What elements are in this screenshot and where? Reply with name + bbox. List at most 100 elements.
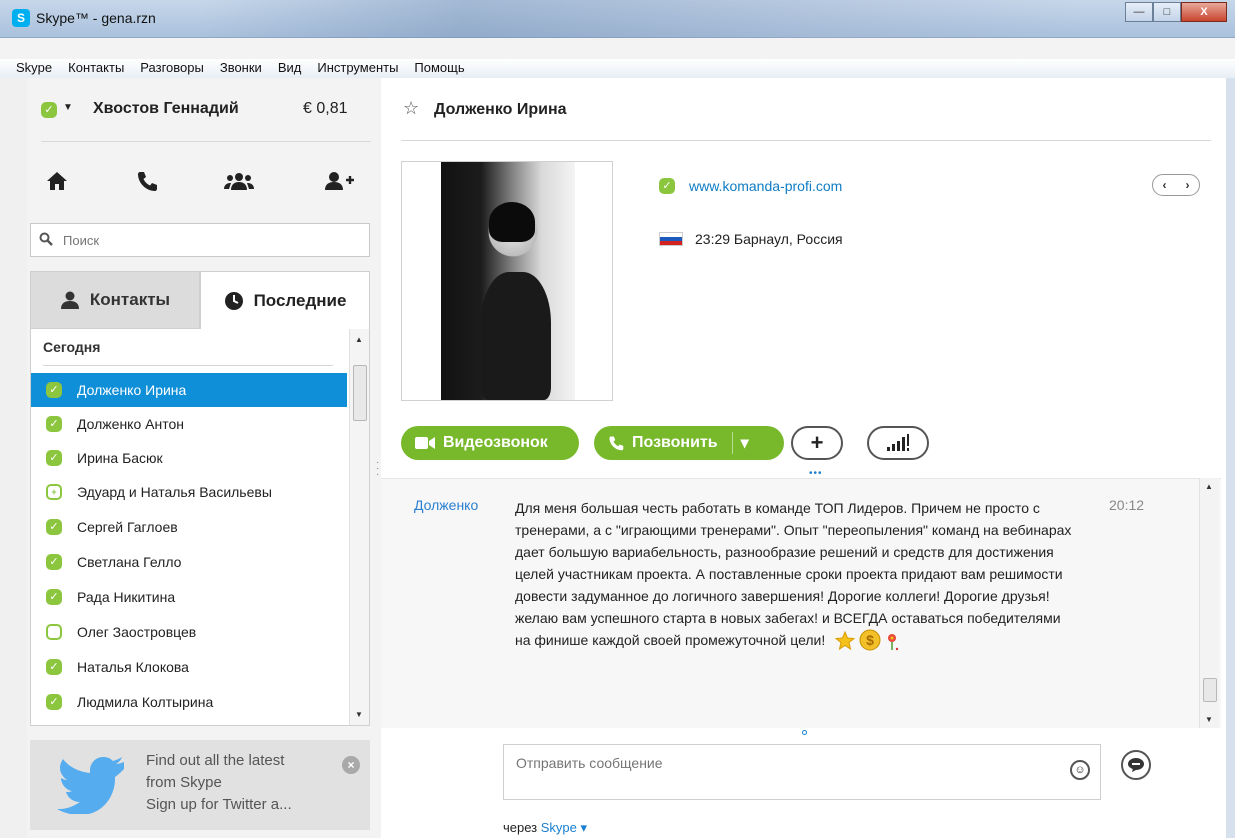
call-button[interactable]: Позвонить ▾ <box>594 426 784 460</box>
minimize-button[interactable]: — <box>1125 2 1153 22</box>
via-label: через <box>503 820 538 835</box>
list-item[interactable]: Олег Заостровцев <box>31 615 347 649</box>
menu-contacts[interactable]: Контакты <box>60 59 132 76</box>
chevron-left-icon[interactable]: ‹ <box>1163 178 1167 192</box>
group-icon[interactable] <box>223 166 255 196</box>
add-button[interactable]: + <box>791 426 843 460</box>
pane-splitter[interactable]: · · · <box>376 458 379 480</box>
profile-row[interactable]: ✓ ▼ Хвостов Геннадий € 0,81 <box>27 98 381 128</box>
photo-detail <box>489 202 535 242</box>
online-status-icon: ✓ <box>46 450 62 466</box>
close-button[interactable]: X <box>1181 2 1227 22</box>
menu-skype[interactable]: Skype <box>8 59 60 76</box>
group-chat-icon: + <box>46 484 62 500</box>
menu-tools[interactable]: Инструменты <box>309 59 406 76</box>
list-item[interactable]: ✓ Долженко Ирина <box>31 373 347 407</box>
svg-text:$: $ <box>866 632 874 648</box>
phone-icon <box>609 436 624 451</box>
list-item[interactable]: ✓ Наталья Клокова <box>31 650 347 684</box>
favorite-star-icon[interactable]: ☆ <box>403 98 419 119</box>
menu-view[interactable]: Вид <box>270 59 310 76</box>
contact-tabs: Контакты Последние <box>30 271 370 329</box>
nav-icons <box>27 166 381 196</box>
twitter-promo[interactable]: Find out all the latest from Skype Sign … <box>30 740 370 830</box>
video-call-button[interactable]: Видеозвонок <box>401 426 579 460</box>
emoticon-icon[interactable]: ☺ <box>1070 760 1090 780</box>
resize-handle[interactable] <box>802 730 807 735</box>
chevron-right-icon[interactable]: › <box>1186 178 1190 192</box>
close-icon[interactable]: × <box>342 756 360 774</box>
online-status-icon: ✓ <box>46 554 62 570</box>
search-input[interactable] <box>61 229 361 251</box>
call-quality-button[interactable] <box>867 426 929 460</box>
flower-emoticon-icon <box>888 634 899 651</box>
online-status-icon[interactable]: ✓ <box>41 102 57 118</box>
twitter-line-1: Find out all the latest <box>146 752 285 769</box>
list-item[interactable]: ✓ Людмила Колтырина <box>31 685 347 719</box>
contact-list-scrollbar[interactable]: ▲ ▼ <box>349 329 369 725</box>
profile-photo-frame <box>401 161 613 401</box>
profile-name[interactable]: Хвостов Геннадий <box>93 100 239 118</box>
contact-name: Ирина Басюк <box>77 450 163 466</box>
message-composer[interactable]: ☺ <box>503 744 1101 800</box>
search-box[interactable] <box>30 223 370 257</box>
list-item[interactable]: ✓ Долженко Антон <box>31 407 347 441</box>
group-divider <box>43 365 333 366</box>
russia-flag-icon <box>659 232 683 246</box>
menu-items: Skype Контакты Разговоры Звонки Вид Инст… <box>8 59 473 76</box>
online-status-icon: ✓ <box>46 382 62 398</box>
message-author[interactable]: Долженко <box>414 497 478 513</box>
contact-name: Сергей Гаглоев <box>77 519 178 535</box>
online-status-icon: ✓ <box>46 589 62 605</box>
local-time: 23:29 Барнаул, Россия <box>695 231 843 247</box>
speech-bubble-icon <box>1128 758 1144 772</box>
send-via-selector[interactable]: Skype ▾ <box>541 820 587 835</box>
list-item[interactable]: ✓ Рада Никитина <box>31 580 347 614</box>
scroll-thumb[interactable] <box>1203 678 1217 702</box>
list-item[interactable]: ✓ Ирина Басюк <box>31 441 347 475</box>
contact-name: Эдуард и Наталья Васильевы <box>77 484 272 500</box>
list-item[interactable]: + Эдуард и Наталья Васильевы <box>31 475 347 509</box>
message-time: 20:12 <box>1109 497 1145 513</box>
phone-icon[interactable] <box>131 166 163 196</box>
menu-calls[interactable]: Звонки <box>212 59 270 76</box>
tab-recent[interactable]: Последние <box>200 271 370 329</box>
profile-photo[interactable] <box>441 162 575 400</box>
tab-contacts[interactable]: Контакты <box>30 271 200 329</box>
send-message-button[interactable] <box>1121 750 1151 780</box>
add-contact-icon[interactable] <box>323 166 355 196</box>
maximize-button[interactable]: □ <box>1153 2 1181 22</box>
website-row: ✓ www.komanda-profi.com <box>659 178 842 194</box>
title-bar-background <box>200 0 1080 38</box>
contact-name: Наталья Клокова <box>77 659 189 675</box>
conversation-pane: ☆ Долженко Ирина ✓ www.komanda-profi.com… <box>381 78 1235 838</box>
home-icon[interactable] <box>41 166 73 196</box>
video-call-label: Видеозвонок <box>443 434 548 451</box>
scroll-up-icon[interactable]: ▲ <box>1205 482 1213 491</box>
person-icon <box>60 291 79 309</box>
chevron-down-icon[interactable]: ▼ <box>63 102 73 113</box>
twitter-line-3: Sign up for Twitter a... <box>146 796 292 813</box>
scroll-down-icon[interactable]: ▼ <box>355 710 363 719</box>
chevron-down-icon[interactable]: ▾ <box>741 433 749 453</box>
menu-bar: Skype Контакты Разговоры Звонки Вид Инст… <box>0 38 1235 78</box>
list-item[interactable]: ✓ Светлана Гелло <box>31 545 347 579</box>
profile-pager[interactable]: ‹ › <box>1152 174 1200 196</box>
menu-help[interactable]: Помощь <box>406 59 472 76</box>
via-service: Skype <box>540 820 577 835</box>
plus-icon: + <box>810 430 824 455</box>
website-link[interactable]: www.komanda-profi.com <box>689 178 842 194</box>
scroll-thumb[interactable] <box>353 365 367 421</box>
photo-detail <box>481 272 551 400</box>
list-item[interactable]: ✓ Сергей Гаглоев <box>31 510 347 544</box>
scroll-down-icon[interactable]: ▼ <box>1205 715 1213 724</box>
message-input[interactable] <box>514 753 1054 791</box>
menu-conversations[interactable]: Разговоры <box>132 59 212 76</box>
credit-balance[interactable]: € 0,81 <box>303 100 347 118</box>
chat-scrollbar[interactable]: ▲ ▼ <box>1199 478 1219 728</box>
tab-recent-label: Последние <box>253 290 347 310</box>
window-title: Skype™ - gena.rzn <box>36 10 156 26</box>
video-camera-icon <box>415 437 435 449</box>
scroll-up-icon[interactable]: ▲ <box>355 335 363 344</box>
message-body: Для меня большая честь работать в команд… <box>515 497 1075 651</box>
